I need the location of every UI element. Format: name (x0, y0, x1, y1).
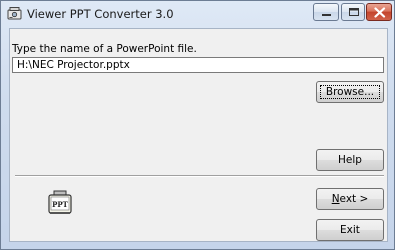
close-icon (374, 7, 386, 18)
filename-prompt-label: Type the name of a PowerPoint file. (12, 43, 197, 55)
filename-input[interactable] (12, 57, 384, 73)
next-mnemonic: N (331, 193, 340, 205)
title-bar[interactable]: Viewer PPT Converter 3.0 (1, 1, 394, 27)
separator-line (15, 175, 384, 177)
minimize-button[interactable] (313, 3, 339, 21)
maximize-icon (349, 8, 359, 16)
next-button[interactable]: Next > (316, 188, 384, 210)
close-button[interactable] (366, 3, 392, 21)
projector-app-icon[interactable] (7, 6, 22, 21)
next-button-label: ext > (339, 193, 369, 205)
maximize-button[interactable] (341, 3, 365, 21)
minimize-icon (322, 14, 331, 16)
help-button[interactable]: Help (316, 149, 384, 171)
ppt-icon-label: PPT (52, 200, 69, 209)
ppt-file-icon: PPT (47, 190, 73, 216)
exit-button-label: Exit (340, 224, 360, 236)
browse-button-label: Browse... (325, 86, 375, 98)
exit-button[interactable]: Exit (316, 219, 384, 241)
window-title: Viewer PPT Converter 3.0 (27, 7, 174, 21)
browse-button[interactable]: Browse... (316, 81, 384, 103)
help-button-label: Help (338, 154, 362, 166)
